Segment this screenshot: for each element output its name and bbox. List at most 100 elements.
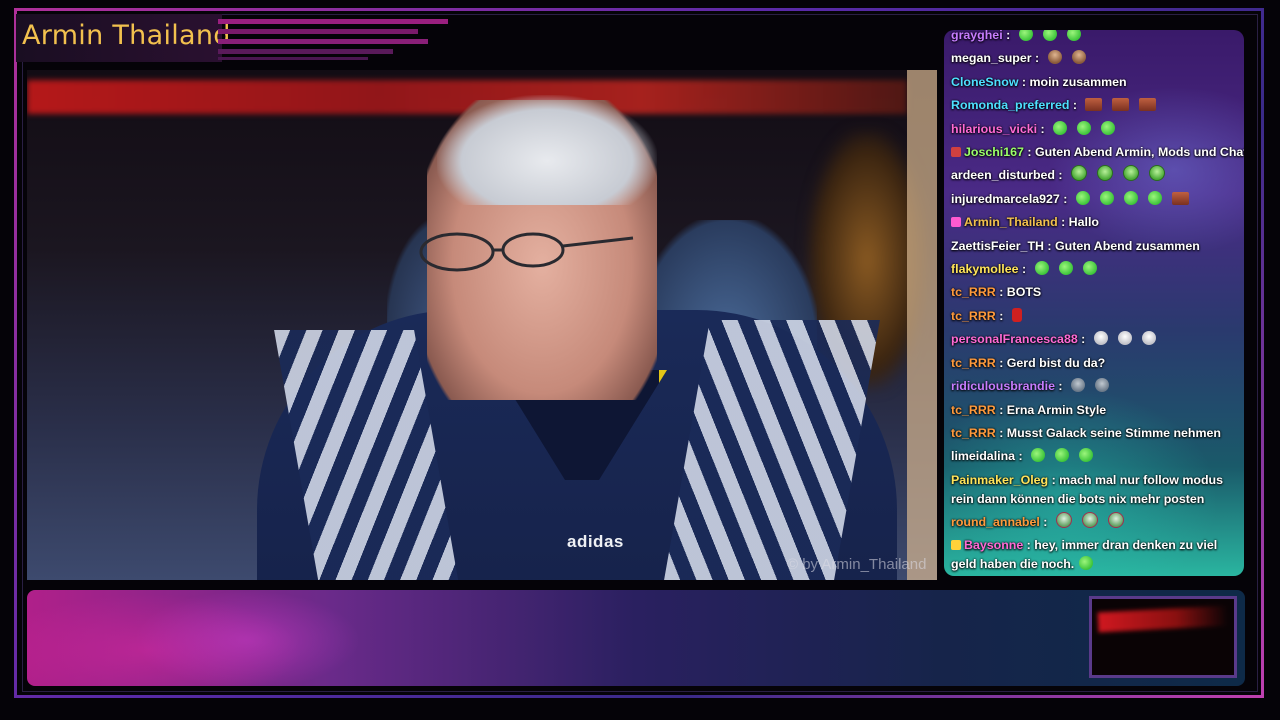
chat-separator: : — [1015, 449, 1027, 464]
chat-username[interactable]: personalFrancesca88 — [951, 332, 1078, 346]
pig-emote-icon — [1141, 331, 1156, 346]
chat-text: moin zusammen — [1029, 74, 1127, 89]
chat-username[interactable]: Baysonne — [964, 538, 1023, 552]
chat-text: Guten Abend Armin, Mods und Chat — [1034, 145, 1244, 160]
green-emote-icon — [1053, 120, 1068, 135]
chat-text: Guten Abend zusammen — [1054, 238, 1200, 253]
chat-username[interactable]: hilarious_vicki — [951, 122, 1037, 136]
green-emote-icon — [1147, 190, 1162, 205]
title-stripe — [218, 57, 368, 60]
chat-username[interactable]: injuredmarcela927 — [951, 192, 1060, 206]
title-stripe — [218, 39, 428, 44]
chat-message: injuredmarcela927 : — [951, 188, 1243, 211]
pbull-emote-icon — [1081, 511, 1098, 528]
green-emote-icon — [1034, 261, 1049, 276]
chat-message: round_annabel : — [951, 511, 1243, 534]
green-emote-icon — [1031, 448, 1046, 463]
chat-separator: : — [1048, 472, 1060, 487]
mini-camera-box — [1089, 596, 1237, 678]
chat-separator: : — [1018, 262, 1030, 277]
chat-message: personalFrancesca88 : — [951, 328, 1243, 351]
webcam-video[interactable]: adidas © by Armin_Thailand — [27, 70, 937, 580]
title-stripe — [218, 19, 448, 24]
chat-username[interactable]: CloneSnow — [951, 75, 1018, 89]
chat-message: tc_RRR : Gerd bist du da? — [951, 352, 1243, 375]
green-emote-icon — [1055, 448, 1070, 463]
chat-separator: : — [995, 402, 1007, 417]
chat-username[interactable]: flakymollee — [951, 262, 1019, 276]
video-watermark: © by Armin_Thailand — [787, 556, 927, 573]
chat-separator: : — [1057, 215, 1069, 230]
chat-message: Painmaker_Oleg : mach mal nur follow mod… — [951, 469, 1243, 511]
chat-separator: : — [995, 285, 1007, 300]
chat-username[interactable]: tc_RRR — [951, 403, 996, 417]
chat-username[interactable]: Painmaker_Oleg — [951, 473, 1048, 487]
chat-message: grayghei : — [951, 30, 1243, 47]
green-emote-icon — [1079, 556, 1094, 571]
frog-emote-icon — [1149, 165, 1165, 182]
chat-username[interactable]: tc_RRR — [951, 426, 996, 440]
chat-badge-icon — [951, 147, 961, 158]
green-emote-icon — [1075, 190, 1090, 205]
chat-username[interactable]: ZaettisFeier_TH — [951, 239, 1044, 253]
chat-message: limeidalina : — [951, 445, 1243, 468]
chat-text: Gerd bist du da? — [1006, 355, 1106, 370]
frog-emote-icon — [1071, 165, 1087, 182]
chat-username[interactable]: grayghei — [951, 30, 1003, 42]
chat-text: Musst Galack seine Stimme nehmen — [1006, 425, 1221, 440]
chat-separator: : — [1023, 145, 1035, 160]
title-stripe — [218, 29, 418, 34]
chat-username[interactable]: ridiculousbrandie — [951, 379, 1055, 393]
chat-panel[interactable]: grayghei : megan_super : CloneSnow : moi… — [944, 30, 1244, 576]
chat-separator: : — [1023, 538, 1035, 553]
title-stripe — [218, 49, 393, 54]
chat-username[interactable]: Romonda_preferred — [951, 98, 1069, 112]
chat-separator: : — [1002, 30, 1014, 42]
chat-message: Romonda_preferred : — [951, 94, 1243, 117]
frog-emote-icon — [1097, 165, 1113, 182]
face-emote-icon — [1085, 98, 1103, 112]
green-emote-icon — [1099, 190, 1114, 205]
green-emote-icon — [1101, 120, 1116, 135]
chat-message: Joschi167 : Guten Abend Armin, Mods und … — [951, 141, 1244, 164]
bald-emote-icon — [1047, 50, 1062, 65]
chat-separator: : — [995, 308, 1007, 323]
chat-badge-icon — [951, 540, 961, 551]
stream-title: Armin Thailand — [22, 20, 231, 51]
chat-username[interactable]: Armin_Thailand — [964, 215, 1058, 229]
green-emote-icon — [1082, 261, 1097, 276]
bald-emote-icon — [1071, 50, 1086, 65]
chat-username[interactable]: tc_RRR — [951, 309, 996, 323]
pbull-emote-icon — [1107, 511, 1124, 528]
chat-username[interactable]: Joschi167 — [964, 145, 1024, 159]
chat-separator: : — [1069, 98, 1081, 113]
chat-username[interactable]: ardeen_disturbed — [951, 168, 1055, 182]
chat-message: flakymollee : — [951, 258, 1243, 281]
chat-text: Hallo — [1068, 215, 1099, 230]
green-emote-icon — [1123, 190, 1138, 205]
face-emote-icon — [1112, 98, 1130, 112]
chat-username[interactable]: tc_RRR — [951, 356, 996, 370]
chat-separator: : — [1018, 74, 1030, 89]
chat-message: tc_RRR : Erna Armin Style — [951, 399, 1243, 422]
green-emote-icon — [1066, 30, 1081, 41]
chat-separator: : — [1039, 514, 1051, 529]
chat-username[interactable]: tc_RRR — [951, 285, 996, 299]
green-emote-icon — [1018, 30, 1033, 41]
chat-separator: : — [1043, 238, 1055, 253]
chat-message-list[interactable]: grayghei : megan_super : CloneSnow : moi… — [951, 30, 1244, 576]
chat-message: Armin_Thailand : Hallo — [951, 211, 1243, 234]
chat-username[interactable]: megan_super — [951, 51, 1032, 65]
pig-emote-icon — [1117, 331, 1132, 346]
chat-message: tc_RRR : BOTS — [951, 281, 1243, 304]
chat-message: megan_super : — [951, 47, 1243, 70]
chat-username[interactable]: round_annabel — [951, 515, 1040, 529]
chat-separator: : — [1077, 332, 1089, 347]
chat-message: CloneSnow : moin zusammen — [951, 71, 1243, 94]
chat-separator: : — [1054, 379, 1066, 394]
frog-emote-icon — [1123, 165, 1139, 182]
chat-separator: : — [995, 355, 1007, 370]
chat-username[interactable]: limeidalina — [951, 449, 1015, 463]
chat-separator: : — [995, 425, 1007, 440]
chat-text: BOTS — [1006, 285, 1042, 300]
